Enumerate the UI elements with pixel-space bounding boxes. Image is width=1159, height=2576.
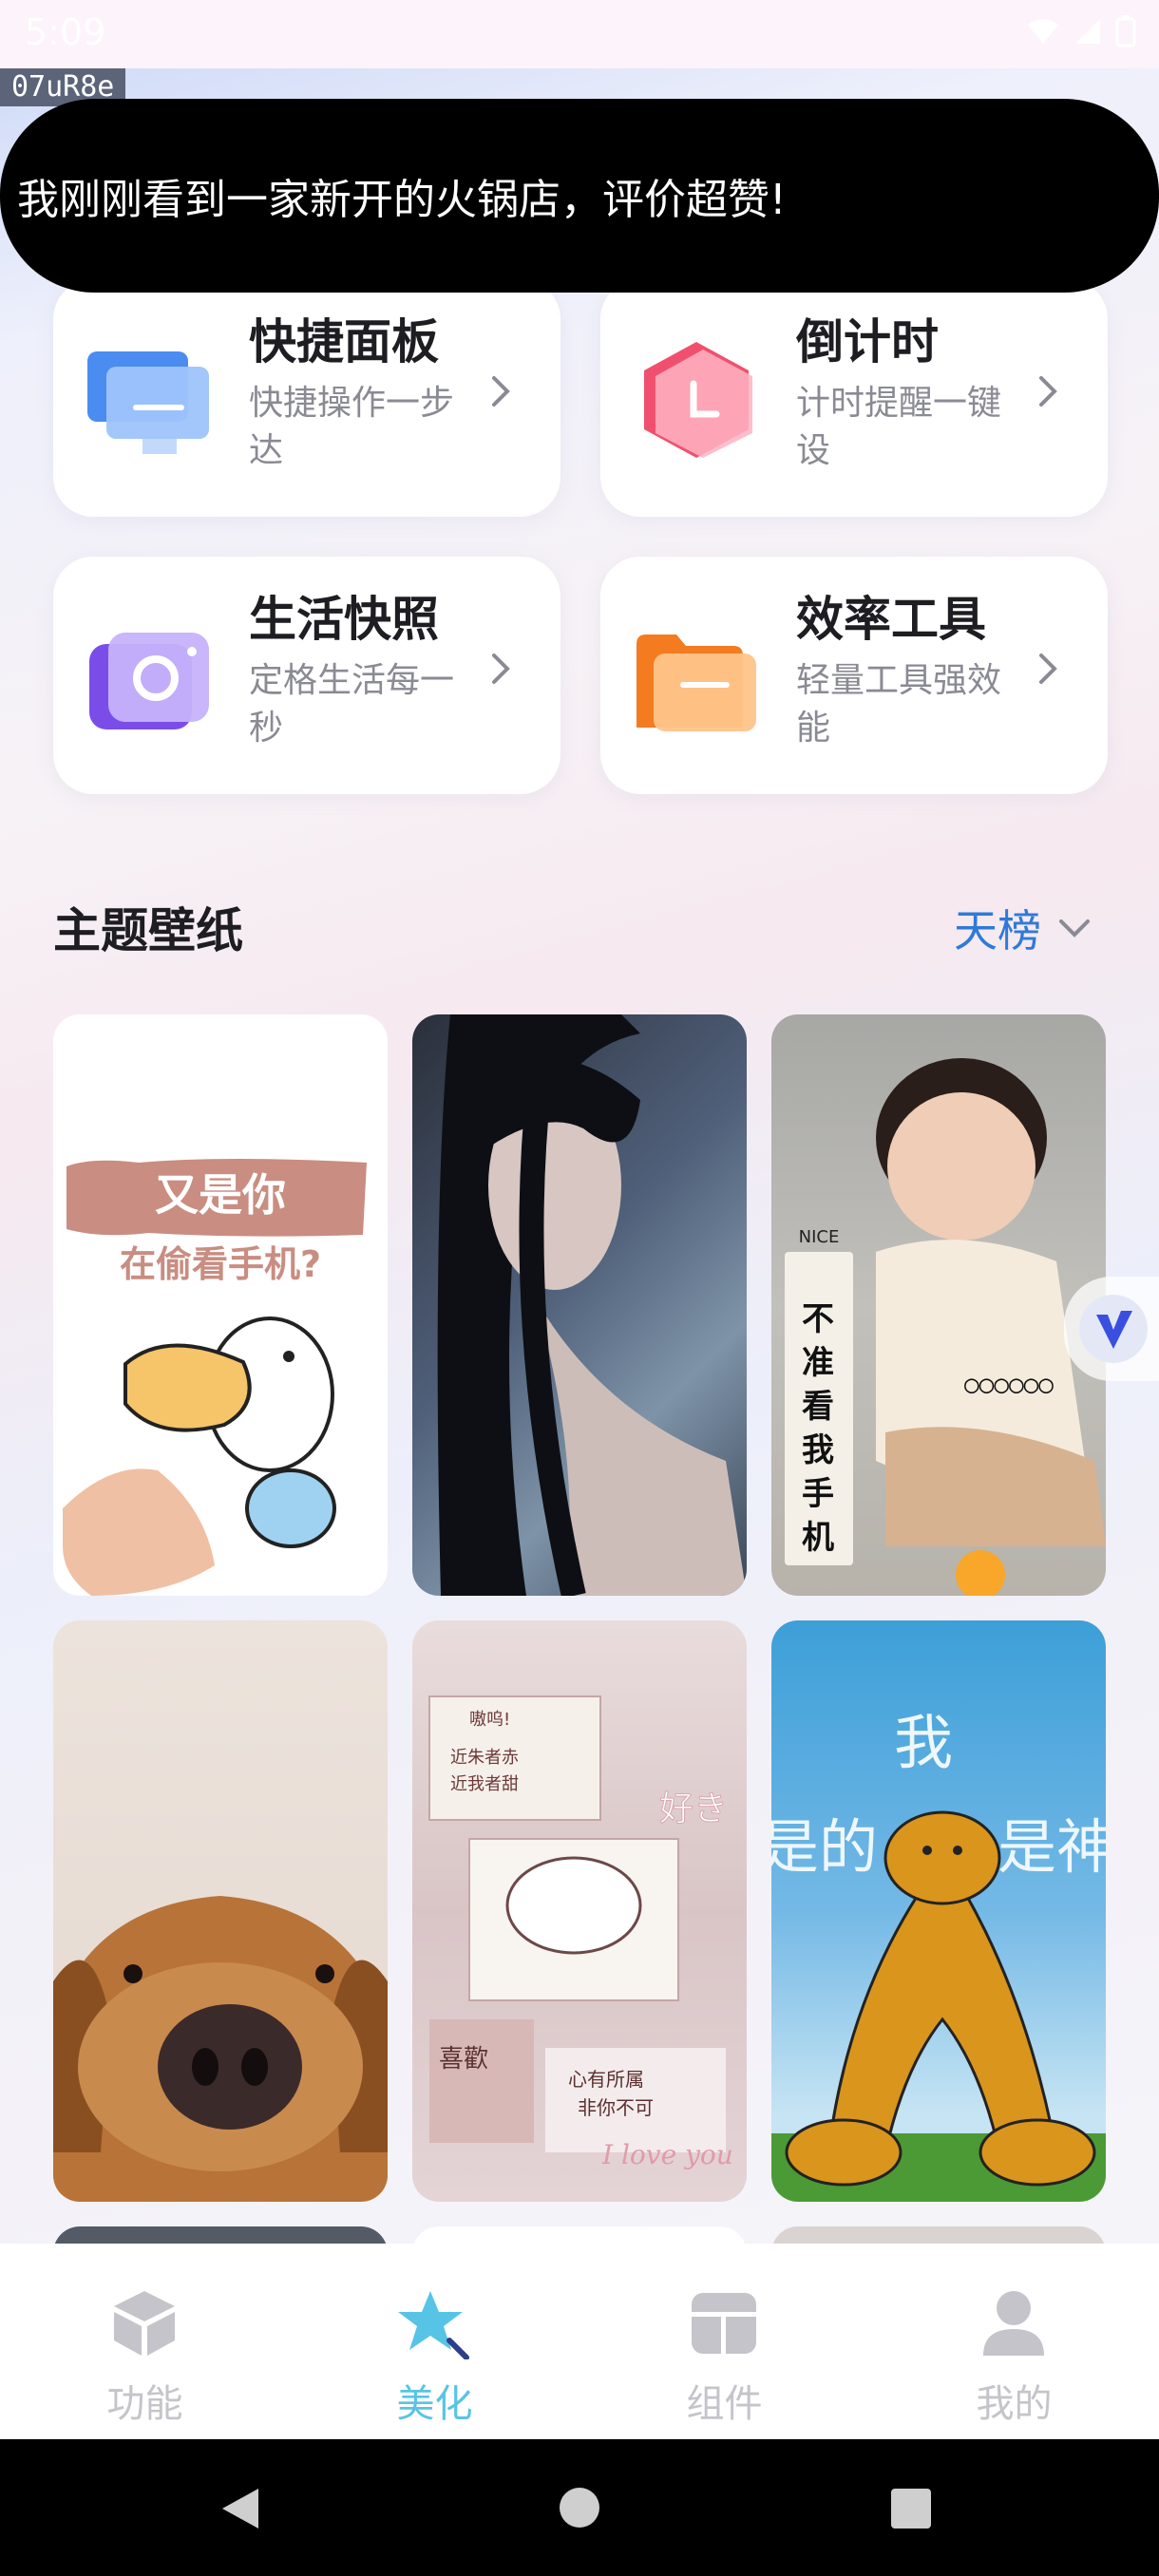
wallpaper-duck[interactable]: 又是你 在偷看手机? [53, 1014, 388, 1596]
nice-badge: NICE [799, 1227, 840, 1247]
collage-text-7: 非你不可 [578, 2096, 654, 2119]
card-subtitle: 轻量工具强效能 [796, 661, 1002, 748]
collage-text-3: 近我者甜 [450, 1774, 519, 1794]
card-title: 快捷面板 [249, 314, 439, 369]
battery-icon [1115, 15, 1136, 47]
nav-label: 美化 [396, 2382, 473, 2426]
nav-label: 组件 [686, 2382, 763, 2426]
card-subtitle: 计时提醒一键设 [796, 384, 1002, 470]
nav-item-features[interactable]: 功能 [0, 2244, 290, 2439]
ranking-label: 天榜 [954, 905, 1041, 957]
signal-icon [1075, 19, 1100, 44]
card-life-snapshot[interactable]: 生活快照 定格生活每一秒 [53, 557, 560, 794]
monitor-icon [87, 351, 209, 454]
wifi-icon [1028, 19, 1058, 44]
status-time: 5:09 [25, 11, 106, 53]
cube-icon [114, 2291, 175, 2356]
collage-text-1: 嗷呜! [469, 1710, 510, 1730]
card-efficiency-tools[interactable]: 效率工具 轻量工具强效能 [600, 557, 1108, 794]
section-title: 主题壁纸 [53, 903, 243, 958]
star-brush-icon [398, 2291, 469, 2359]
chevron-right-icon [1039, 376, 1057, 407]
chevron-right-icon [492, 376, 510, 407]
dog-illustration [53, 1896, 388, 2202]
folder-icon [636, 635, 756, 731]
status-icons [1026, 15, 1136, 47]
wallpaper-baby-nice[interactable]: NICE ○○○○○○ 不准看我手机 [771, 1014, 1106, 1596]
nav-item-profile[interactable]: 我的 [869, 2244, 1159, 2439]
status-bar: 5:09 [0, 0, 1159, 68]
wallpaper-golden-retriever[interactable] [53, 1620, 388, 2202]
god-text-1: 我 [894, 1708, 953, 1777]
collage-text-4: 好き [659, 1790, 728, 1828]
chevron-down-icon [1059, 919, 1090, 938]
nav-label: 功能 [106, 2382, 183, 2426]
home-icon[interactable] [557, 2485, 602, 2530]
card-title: 倒计时 [796, 314, 939, 369]
nav-label: 我的 [976, 2382, 1053, 2426]
toast-text: 我刚刚看到一家新开的火锅店，评价超赞! [17, 176, 787, 224]
card-title: 生活快照 [249, 592, 439, 647]
chevron-right-icon [492, 653, 510, 684]
recents-icon[interactable] [889, 2487, 933, 2530]
duck-text-line2: 在偷看手机? [120, 1243, 321, 1285]
wallpaper-girl-portrait[interactable] [412, 1014, 747, 1596]
card-quick-panel[interactable]: 快捷面板 快捷操作一步达 [53, 279, 560, 517]
god-text-3: 是神 [998, 1812, 1106, 1882]
floating-assistant-button[interactable] [1064, 1277, 1159, 1381]
collage-text-2: 近朱者赤 [450, 1748, 519, 1768]
duck-illustration: 又是你 在偷看手机? [63, 1159, 367, 1596]
widget-icon [692, 2293, 756, 2354]
duck-text-line1: 又是你 [155, 1169, 286, 1221]
wallpaper-dog-god[interactable]: 我 是的 是神 [771, 1620, 1106, 2202]
bottom-nav: 功能 美化 组件 我的 [0, 2244, 1159, 2439]
camera-icon [89, 633, 209, 729]
card-countdown[interactable]: 倒计时 计时提醒一键设 [600, 279, 1108, 517]
collage-text-6: 心有所属 [568, 2068, 644, 2091]
collage-text-8: I love you [601, 2139, 733, 2170]
baby-dots: ○○○○○○ [964, 1371, 1054, 1399]
toast-message: 我刚刚看到一家新开的火锅店，评价超赞! [0, 99, 1159, 293]
nav-item-beautify[interactable]: 美化 [290, 2244, 580, 2439]
system-nav-bar [0, 2439, 1159, 2576]
nav-item-widgets[interactable]: 组件 [580, 2244, 869, 2439]
card-subtitle: 快捷操作一步达 [249, 384, 455, 470]
card-subtitle: 定格生活每一秒 [249, 661, 455, 748]
god-text-2: 是的 [771, 1812, 878, 1882]
cat-collage-illustration: 嗷呜! 近朱者赤 近我者甜 好き 喜歡 心有所属 非你不可 I love you [428, 1695, 733, 2170]
baby-vertical-text: 不准看我手机 [802, 1300, 834, 1557]
person-icon [983, 2291, 1044, 2356]
card-title: 效率工具 [796, 592, 986, 647]
chevron-right-icon [1039, 653, 1057, 684]
collage-text-5: 喜歡 [439, 2045, 488, 2074]
clock-hexagon-icon [644, 342, 752, 458]
portrait-illustration [437, 1014, 747, 1596]
back-icon[interactable] [217, 2485, 264, 2532]
dog-god-illustration: 我 是的 是神 [771, 1708, 1106, 2202]
ranking-dropdown[interactable]: 天榜 [954, 897, 1091, 959]
wallpaper-cat-collage[interactable]: 嗷呜! 近朱者赤 近我者甜 好き 喜歡 心有所属 非你不可 I love you [412, 1620, 747, 2202]
v-logo-icon [1079, 1295, 1148, 1363]
